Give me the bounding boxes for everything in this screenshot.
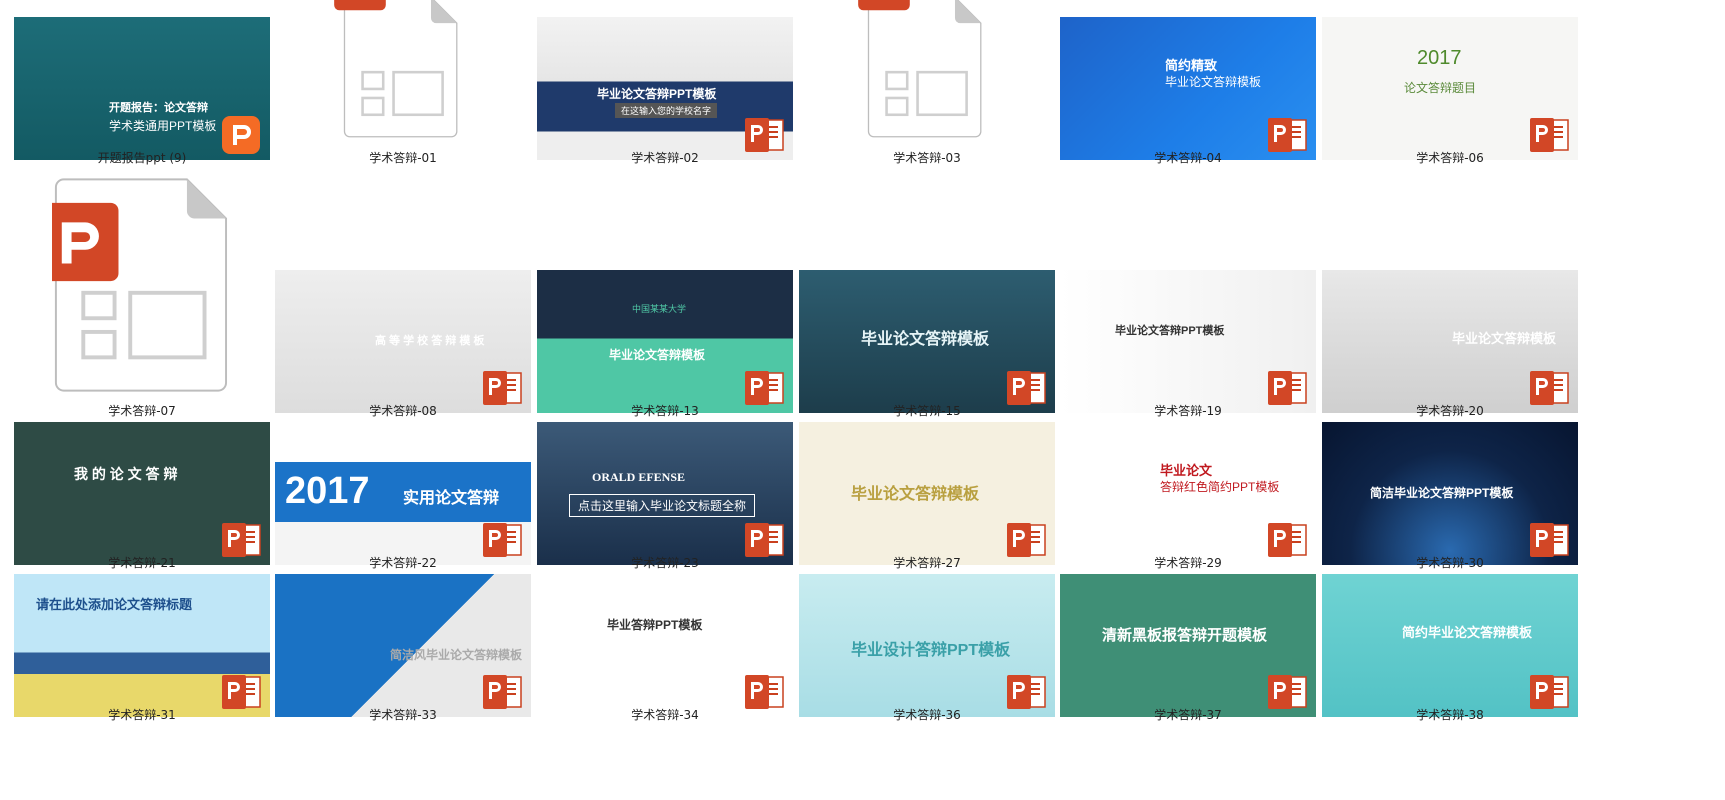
thumbnail-title: 毕业论文 — [1160, 463, 1213, 478]
file-grid: 开题报告：论文答辩 学术类通用PPT模板 开题报告ppt (9) 学术答辩-01 毕业论… — [0, 0, 1725, 800]
slide-thumbnail[interactable]: 毕业论文答辩模板 — [799, 422, 1055, 565]
file-name-label[interactable]: 学术答辩-27 — [799, 554, 1055, 571]
file-name-label[interactable]: 学术答辩-38 — [1322, 706, 1578, 723]
file-name-label[interactable]: 学术答辩-06 — [1322, 149, 1578, 166]
thumbnail-title: 毕业论文答辩PPT模板 — [597, 87, 717, 101]
file-name-label[interactable]: 学术答辩-34 — [537, 706, 793, 723]
file-name-label[interactable]: 学术答辩-04 — [1060, 149, 1316, 166]
slide-thumbnail[interactable]: 毕业答辩PPT模板 — [537, 574, 793, 717]
thumbnail-subtitle: 答辩红色简约PPT模板 — [1160, 480, 1280, 494]
thumbnail-title: 毕业论文答辩模板 — [861, 331, 990, 348]
file-name-label[interactable]: 学术答辩-08 — [275, 402, 531, 419]
thumbnail-title: 高 等 学 校 答 辩 模 板 — [375, 335, 485, 347]
slide-thumbnail[interactable]: 简约精致毕业论文答辩模板 — [1060, 17, 1316, 160]
slide-thumbnail[interactable]: 开题报告：论文答辩 学术类通用PPT模板 — [14, 17, 270, 160]
file-name-label[interactable]: 学术答辩-30 — [1322, 554, 1578, 571]
thumbnail-subtitle: 中国某某大学 — [632, 304, 687, 314]
slide-thumbnail[interactable]: 毕业论文答辩模板 — [799, 270, 1055, 413]
presentation-file-icon — [52, 178, 228, 392]
thumbnail-title: 简洁毕业论文答辩PPT模板 — [1370, 486, 1514, 500]
slide-thumbnail[interactable]: 毕业设计答辩PPT模板 — [799, 574, 1055, 717]
file-name-label[interactable]: 学术答辩-03 — [799, 149, 1055, 166]
thumbnail-title: 请在此处添加论文答辩标题 — [36, 597, 193, 612]
thumbnail-year: 2017 — [1417, 47, 1462, 69]
thumbnail-subtitle: 点击这里输入毕业论文标题全称 — [569, 494, 756, 517]
thumbnail-title: 我 的 论 文 答 辩 — [74, 466, 178, 482]
thumbnail-year: 2017 — [285, 470, 370, 512]
file-name-label[interactable]: 学术答辩-33 — [275, 706, 531, 723]
slide-thumbnail[interactable]: 毕业论文答辩PPT模板在这输入您的学校名字 — [537, 17, 793, 160]
thumbnail-title: 简约毕业论文答辩模板 — [1402, 625, 1533, 640]
slide-thumbnail[interactable]: 2017 实用论文答辩 — [275, 422, 531, 565]
file-name-label[interactable]: 学术答辩-29 — [1060, 554, 1316, 571]
slide-thumbnail[interactable]: 我 的 论 文 答 辩 — [14, 422, 270, 565]
slide-thumbnail[interactable]: 2017 论文答辩题目 — [1322, 17, 1578, 160]
thumbnail-title: 开题报告：论文答辩 — [109, 102, 208, 114]
thumbnail-title: 毕业论文答辩PPT模板 — [1115, 325, 1225, 337]
slide-thumbnail[interactable]: 高 等 学 校 答 辩 模 板 — [275, 270, 531, 413]
file-name-label[interactable]: 学术答辩-21 — [14, 554, 270, 571]
slide-thumbnail[interactable]: 毕业论文答辩模板 — [1322, 270, 1578, 413]
file-name-label[interactable]: 学术答辩-13 — [537, 402, 793, 419]
thumbnail-title: 简约精致 — [1165, 58, 1218, 73]
file-name-label[interactable]: 开题报告ppt (9) — [14, 149, 270, 166]
slide-thumbnail[interactable]: 简洁风毕业论文答辩模板 — [275, 574, 531, 717]
thumbnail-title: 实用论文答辩 — [403, 490, 500, 507]
slide-thumbnail[interactable]: 毕业论文答辩模板 中国某某大学 — [537, 270, 793, 413]
thumbnail-subtitle: 在这输入您的学校名字 — [615, 103, 718, 118]
file-name-label[interactable]: 学术答辩-15 — [799, 402, 1055, 419]
thumbnail-title: ORALD EFENSE — [592, 470, 686, 484]
thumbnail-title: 毕业答辩PPT模板 — [607, 618, 703, 632]
slide-thumbnail[interactable]: 简洁毕业论文答辩PPT模板 — [1322, 422, 1578, 565]
slide-thumbnail[interactable]: 清新黑板报答辩开题模板 — [1060, 574, 1316, 717]
file-name-label[interactable]: 学术答辩-19 — [1060, 402, 1316, 419]
presentation-file-icon — [858, 0, 982, 138]
thumbnail-subtitle: 学术类通用PPT模板 — [109, 119, 217, 133]
thumbnail-title: 毕业论文答辩模板 — [609, 348, 706, 362]
presentation-file-icon — [334, 0, 458, 138]
thumbnail-title: 毕业论文答辩模板 — [1452, 331, 1557, 346]
thumbnail-title: 毕业设计答辩PPT模板 — [851, 642, 1011, 659]
file-name-label[interactable]: 学术答辩-23 — [537, 554, 793, 571]
file-name-label[interactable]: 学术答辩-01 — [275, 149, 531, 166]
thumbnail-title: 简洁风毕业论文答辩模板 — [390, 648, 523, 662]
file-name-label[interactable]: 学术答辩-22 — [275, 554, 531, 571]
thumbnail-title: 论文答辩题目 — [1404, 81, 1477, 95]
slide-thumbnail[interactable]: 毕业论文答辩PPT模板 — [1060, 270, 1316, 413]
slide-thumbnail[interactable]: 请在此处添加论文答辩标题 — [14, 574, 270, 717]
thumbnail-title: 清新黑板报答辩开题模板 — [1102, 627, 1268, 644]
file-name-label[interactable]: 学术答辩-37 — [1060, 706, 1316, 723]
slide-thumbnail[interactable]: 简约毕业论文答辩模板 — [1322, 574, 1578, 717]
slide-thumbnail[interactable]: ORALD EFENSE 点击这里输入毕业论文标题全称 — [537, 422, 793, 565]
file-name-label[interactable]: 学术答辩-20 — [1322, 402, 1578, 419]
slide-thumbnail[interactable]: 毕业论文答辩红色简约PPT模板 — [1060, 422, 1316, 565]
file-name-label[interactable]: 学术答辩-07 — [14, 402, 270, 419]
thumbnail-subtitle: 毕业论文答辩模板 — [1165, 75, 1262, 89]
file-name-label[interactable]: 学术答辩-02 — [537, 149, 793, 166]
file-name-label[interactable]: 学术答辩-31 — [14, 706, 270, 723]
thumbnail-title: 毕业论文答辩模板 — [851, 486, 980, 503]
file-name-label[interactable]: 学术答辩-36 — [799, 706, 1055, 723]
